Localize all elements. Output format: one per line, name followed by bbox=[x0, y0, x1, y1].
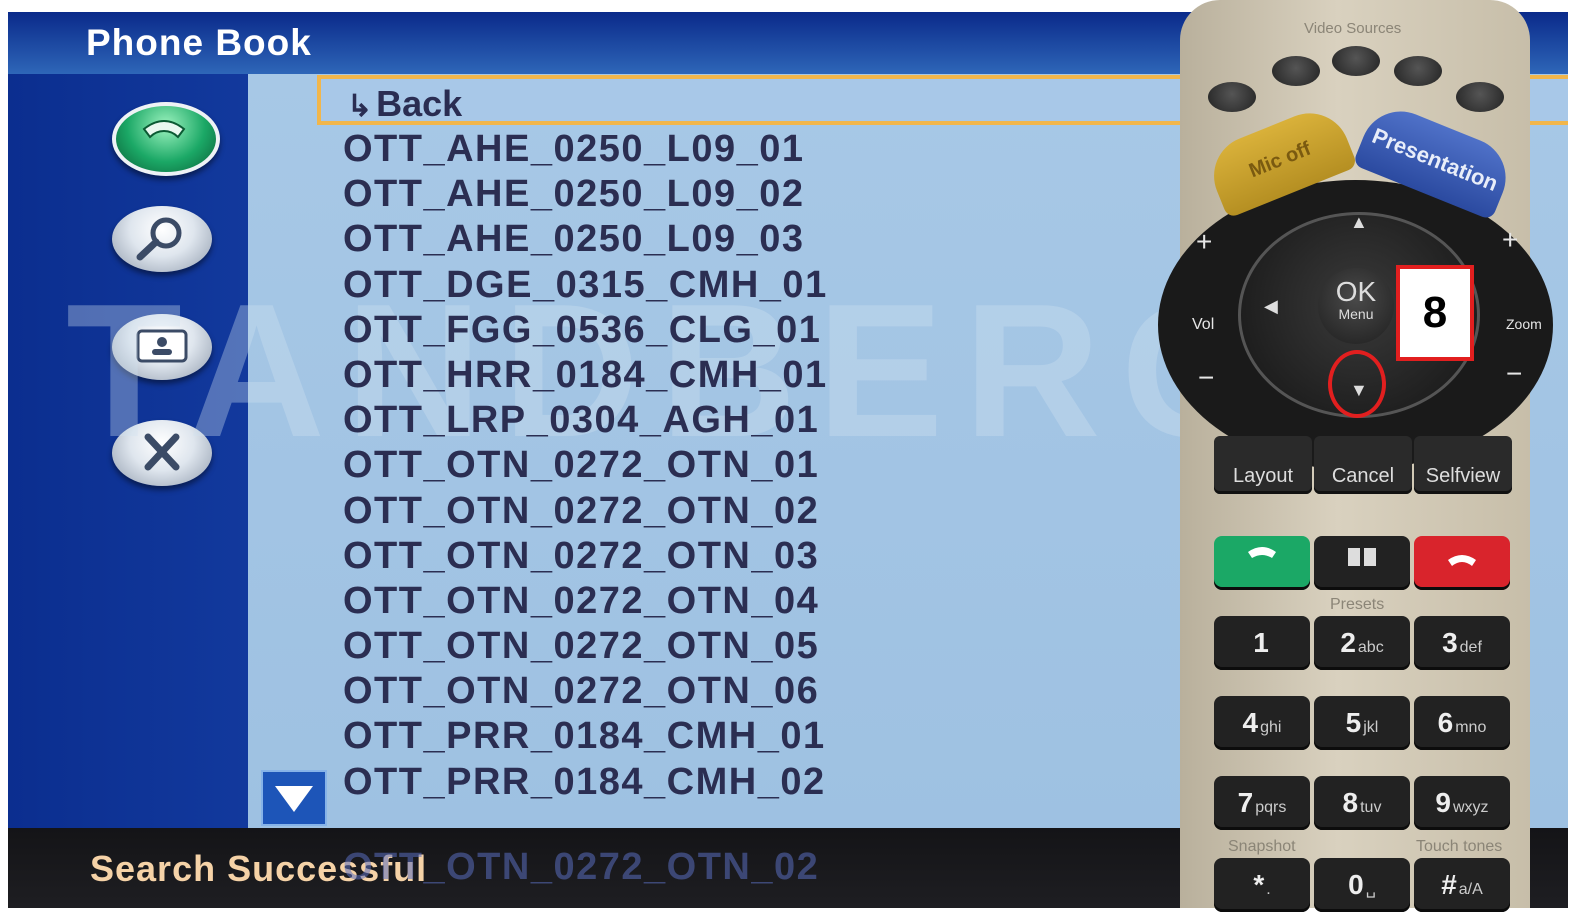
step-callout: 8 bbox=[1396, 265, 1474, 361]
list-item[interactable]: OTT_OTN_0272_OTN_03 bbox=[343, 535, 828, 580]
list-item[interactable]: OTT_AHE_0250_L09_01 bbox=[343, 128, 828, 173]
list-item[interactable]: OTT_DGE_0315_CMH_01 bbox=[343, 264, 828, 309]
ghost-list-item: OTT_OTN_0272_OTN_02 bbox=[343, 846, 820, 888]
phone-icon bbox=[1248, 547, 1276, 558]
presets-label: Presets bbox=[1330, 596, 1385, 613]
list-item[interactable]: OTT_LRP_0304_AGH_01 bbox=[343, 399, 828, 444]
ok-menu-button[interactable]: OK Menu bbox=[1318, 268, 1394, 344]
touch-tones-label: Touch tones bbox=[1416, 838, 1503, 855]
list-item[interactable]: OTT_OTN_0272_OTN_05 bbox=[343, 625, 828, 670]
menu-label: Menu bbox=[1338, 306, 1374, 322]
hangup-icon bbox=[1448, 555, 1476, 566]
video-source-button-3[interactable] bbox=[1332, 46, 1380, 76]
remote-call-button[interactable] bbox=[1214, 536, 1310, 590]
search-icon bbox=[136, 217, 182, 261]
book-icon bbox=[1348, 548, 1376, 566]
zoom-plus-button[interactable]: + bbox=[1502, 224, 1518, 256]
dpad-left-icon[interactable]: ◀ bbox=[1264, 296, 1278, 317]
ok-label: OK bbox=[1335, 276, 1377, 307]
key-9[interactable]: 9 wxyz bbox=[1414, 776, 1510, 830]
vol-minus-button[interactable]: − bbox=[1198, 362, 1214, 394]
list-item[interactable]: OTT_FGG_0536_CLG_01 bbox=[343, 309, 828, 354]
remote-phonebook-button[interactable] bbox=[1314, 536, 1410, 590]
list-item[interactable]: OTT_AHE_0250_L09_03 bbox=[343, 218, 828, 263]
remote-hangup-button[interactable] bbox=[1414, 536, 1510, 590]
video-sources-label: Video Sources bbox=[1304, 20, 1402, 37]
video-source-button-5[interactable] bbox=[1456, 82, 1504, 112]
key-7[interactable]: 7 pqrs bbox=[1214, 776, 1310, 830]
video-source-button-1[interactable] bbox=[1208, 82, 1256, 112]
key-1[interactable]: 1 bbox=[1214, 616, 1310, 670]
key-hash[interactable]: # a/A bbox=[1414, 858, 1510, 912]
key-6[interactable]: 6 mno bbox=[1414, 696, 1510, 750]
key-8[interactable]: 8 tuv bbox=[1314, 776, 1410, 830]
remote-control: Video Sources Mic off Presentation + Vol… bbox=[1158, 0, 1553, 912]
key-3[interactable]: 3 def bbox=[1414, 616, 1510, 670]
list-item[interactable]: OTT_OTN_0272_OTN_06 bbox=[343, 670, 828, 715]
cancel-button[interactable]: Cancel bbox=[1314, 436, 1412, 494]
video-source-button-4[interactable] bbox=[1394, 56, 1442, 86]
call-button[interactable] bbox=[112, 102, 220, 176]
key-0[interactable]: 0 ␣ bbox=[1314, 858, 1410, 912]
selfview-label: Selfview bbox=[1425, 465, 1501, 487]
contact-list: OTT_AHE_0250_L09_01 OTT_AHE_0250_L09_02 … bbox=[343, 128, 828, 806]
vol-plus-button[interactable]: + bbox=[1196, 226, 1212, 258]
list-item[interactable]: OTT_OTN_0272_OTN_02 bbox=[343, 490, 828, 535]
chevron-down-icon bbox=[275, 786, 313, 812]
snapshot-label: Snapshot bbox=[1228, 838, 1296, 855]
key-2[interactable]: 2 abc bbox=[1314, 616, 1410, 670]
layout-button[interactable]: Layout bbox=[1214, 436, 1312, 494]
key-star[interactable]: *. bbox=[1214, 858, 1310, 912]
video-source-button-2[interactable] bbox=[1272, 56, 1320, 86]
dpad-up-icon[interactable]: ▲ bbox=[1350, 212, 1368, 233]
zoom-label: Zoom bbox=[1506, 316, 1542, 332]
zoom-minus-button[interactable]: − bbox=[1506, 358, 1522, 390]
vol-label: Vol bbox=[1192, 316, 1215, 333]
back-arrow-icon: ↳ bbox=[347, 90, 373, 123]
phone-icon bbox=[142, 120, 186, 139]
selfview-button[interactable]: Selfview bbox=[1414, 436, 1512, 494]
list-item[interactable]: OTT_PRR_0184_CMH_02 bbox=[343, 761, 828, 806]
page-title: Phone Book bbox=[86, 22, 312, 63]
key-5[interactable]: 5 jkl bbox=[1314, 696, 1410, 750]
list-item[interactable]: OTT_PRR_0184_CMH_01 bbox=[343, 715, 828, 760]
list-item[interactable]: OTT_HRR_0184_CMH_01 bbox=[343, 354, 828, 399]
key-4[interactable]: 4 ghi bbox=[1214, 696, 1310, 750]
down-button-highlight bbox=[1328, 350, 1386, 418]
scroll-down-button[interactable] bbox=[261, 770, 327, 826]
list-item[interactable]: OTT_OTN_0272_OTN_01 bbox=[343, 444, 828, 489]
list-item[interactable]: OTT_AHE_0250_L09_02 bbox=[343, 173, 828, 218]
list-item[interactable]: OTT_OTN_0272_OTN_04 bbox=[343, 580, 828, 625]
cancel-label: Cancel bbox=[1331, 465, 1395, 487]
back-label: ↳ Back bbox=[347, 83, 463, 124]
layout-label: Layout bbox=[1232, 465, 1294, 487]
